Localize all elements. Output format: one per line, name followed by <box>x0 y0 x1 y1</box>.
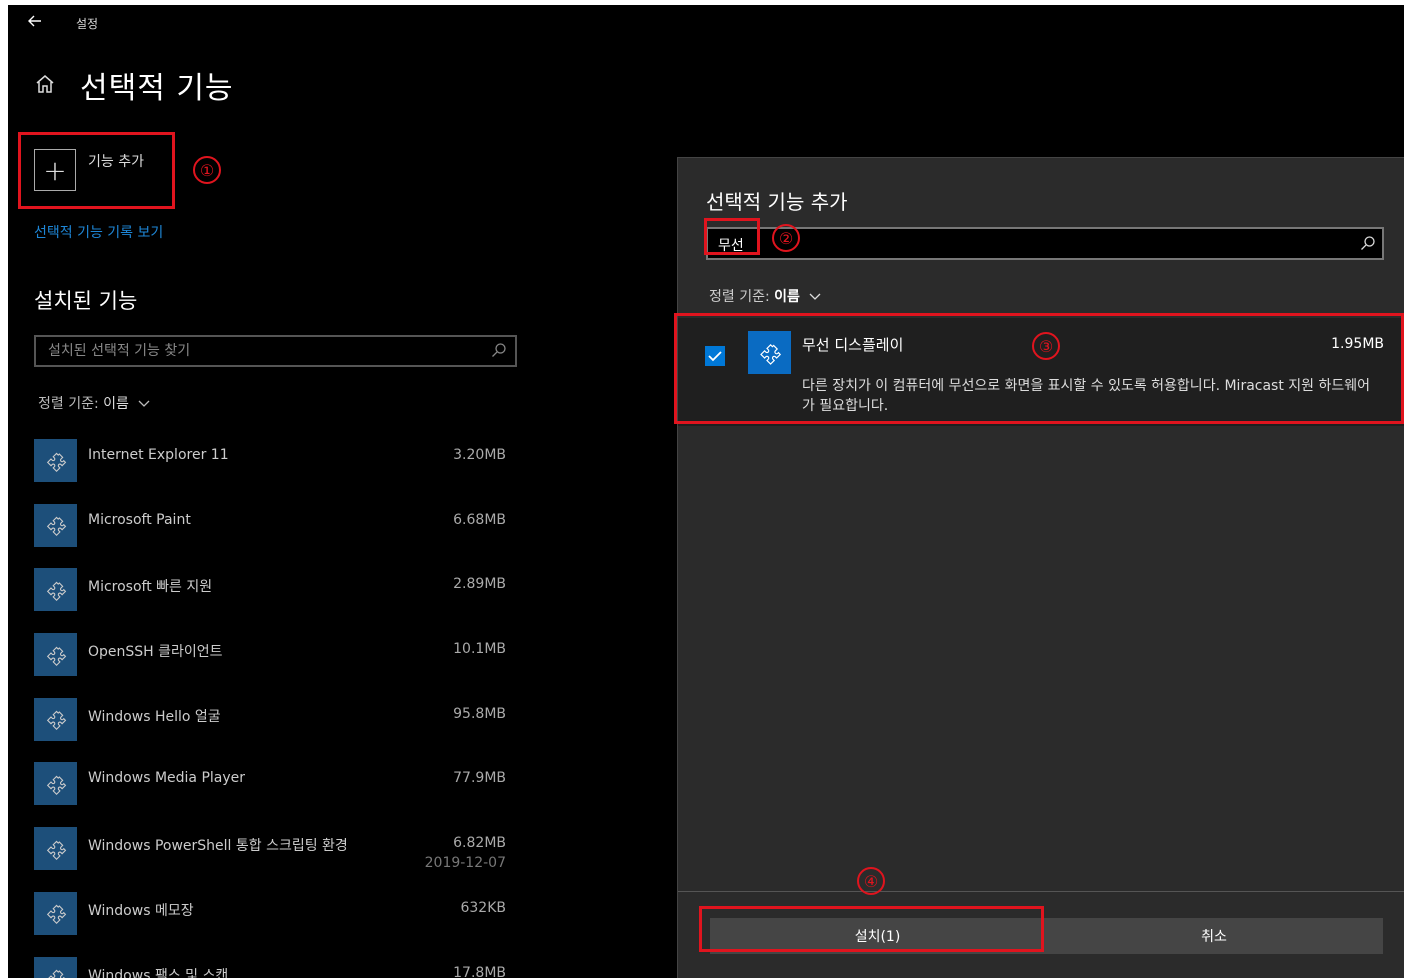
feature-row[interactable]: Windows PowerShell 통합 스크립팅 환경 6.82MB 2019-… <box>34 823 514 888</box>
installed-search-input[interactable] <box>36 337 515 365</box>
feature-row[interactable]: OpenSSH 클라이언트 10.1MB <box>34 629 514 694</box>
puzzle-icon <box>34 956 77 978</box>
feature-size: 95.8MB <box>453 705 506 722</box>
chevron-down-icon <box>809 293 821 300</box>
dialog-footer: 설치(1) 취소 <box>678 891 1404 978</box>
search-icon[interactable] <box>491 342 507 358</box>
page-title: 선택적 기능 <box>80 71 234 106</box>
feature-date: 2019-12-07 <box>424 855 506 872</box>
puzzle-icon <box>34 891 77 935</box>
puzzle-icon <box>34 503 77 547</box>
app-title: 설정 <box>76 17 99 31</box>
result-size: 1.95MB <box>1331 336 1384 352</box>
installed-features-title: 설치된 기능 <box>34 289 138 313</box>
feature-name: Microsoft 빠른 지원 <box>88 579 213 596</box>
feature-name: Windows Hello 얼굴 <box>88 708 221 725</box>
feature-name: Windows 메모장 <box>88 902 194 919</box>
installed-feature-list: Internet Explorer 11 3.20MB Microsoft Pain… <box>34 435 514 978</box>
feature-row[interactable]: Windows 팩스 및 스캔 17.8MB <box>34 953 514 978</box>
result-description: 다른 장치가 이 컴퓨터에 무선으로 화면을 표시할 수 있도록 허용합니다. … <box>802 378 1371 414</box>
feature-row[interactable]: Windows Hello 얼굴 95.8MB <box>34 694 514 759</box>
puzzle-icon <box>34 697 77 741</box>
feature-row[interactable]: Microsoft 빠른 지원 2.89MB <box>34 564 514 629</box>
cancel-button[interactable]: 취소 <box>1045 918 1383 954</box>
installed-search-box <box>34 335 517 367</box>
feature-name: Windows PowerShell 통합 스크립팅 환경 <box>88 838 348 855</box>
annotation-step-2: ② <box>772 224 800 252</box>
title-bar: 설정 <box>8 5 1404 39</box>
dialog-search-input[interactable]: 무선 <box>706 227 1384 260</box>
puzzle-icon <box>34 633 77 677</box>
settings-window: 설정 선택적 기능 + 기능 추가 선택적 기능 기록 보기 설치된 기능 정렬… <box>8 5 1404 978</box>
dialog-title: 선택적 기능 추가 <box>706 190 848 214</box>
annotation-step-4: ④ <box>857 867 885 895</box>
search-icon[interactable] <box>1360 235 1376 251</box>
feature-name: Internet Explorer 11 <box>88 447 229 463</box>
back-button[interactable] <box>22 11 48 33</box>
feature-name: Microsoft Paint <box>88 511 191 528</box>
sort-prefix: 정렬 기준: <box>709 289 770 305</box>
feature-row[interactable]: Microsoft Paint 6.68MB <box>34 500 514 565</box>
result-checkbox[interactable] <box>705 346 725 366</box>
feature-size: 3.20MB <box>453 447 506 463</box>
add-feature-label: 기능 추가 <box>88 154 144 170</box>
add-feature-dialog: 선택적 기능 추가 무선 정렬 기준: 이름 무선 디스플레이 1.95MB 다… <box>677 157 1404 978</box>
annotation-step-1: ① <box>193 156 221 184</box>
feature-name: Windows 팩스 및 스캔 <box>88 967 229 978</box>
feature-size: 2.89MB <box>453 576 506 593</box>
feature-row[interactable]: Internet Explorer 11 3.20MB <box>34 435 514 500</box>
result-name: 무선 디스플레이 <box>802 336 904 354</box>
feature-size: 77.9MB <box>453 770 506 787</box>
installed-sort-dropdown[interactable]: 정렬 기준: 이름 <box>38 393 151 413</box>
feature-name: Windows Media Player <box>88 770 246 787</box>
puzzle-icon <box>34 439 77 482</box>
install-button[interactable]: 설치(1) <box>710 918 1045 954</box>
arrow-left-icon <box>28 15 41 27</box>
feature-size: 6.82MB <box>453 835 506 852</box>
puzzle-icon <box>34 568 77 612</box>
feature-size: 632KB <box>460 899 506 916</box>
chevron-down-icon <box>138 400 150 407</box>
plus-icon: + <box>34 149 76 191</box>
puzzle-icon <box>34 762 77 806</box>
feature-size: 17.8MB <box>453 964 506 978</box>
dialog-search-value: 무선 <box>718 238 744 254</box>
sort-value: 이름 <box>774 289 800 305</box>
puzzle-icon <box>34 827 77 871</box>
feature-size: 6.68MB <box>453 511 506 528</box>
feature-row[interactable]: Windows 메모장 632KB <box>34 888 514 953</box>
add-feature-button[interactable]: + 기능 추가 <box>34 149 144 193</box>
dialog-sort-dropdown[interactable]: 정렬 기준: 이름 <box>709 286 822 306</box>
feature-history-link[interactable]: 선택적 기능 기록 보기 <box>34 222 163 242</box>
home-icon[interactable] <box>34 73 56 95</box>
feature-name: OpenSSH 클라이언트 <box>88 644 223 661</box>
feature-size: 10.1MB <box>453 641 506 658</box>
feature-row[interactable]: Windows Media Player 77.9MB <box>34 758 514 823</box>
sort-prefix: 정렬 기준: <box>38 396 99 412</box>
checkmark-icon <box>708 351 722 362</box>
annotation-step-3: ③ <box>1032 332 1060 360</box>
sort-value: 이름 <box>103 396 129 412</box>
puzzle-icon <box>748 331 791 374</box>
